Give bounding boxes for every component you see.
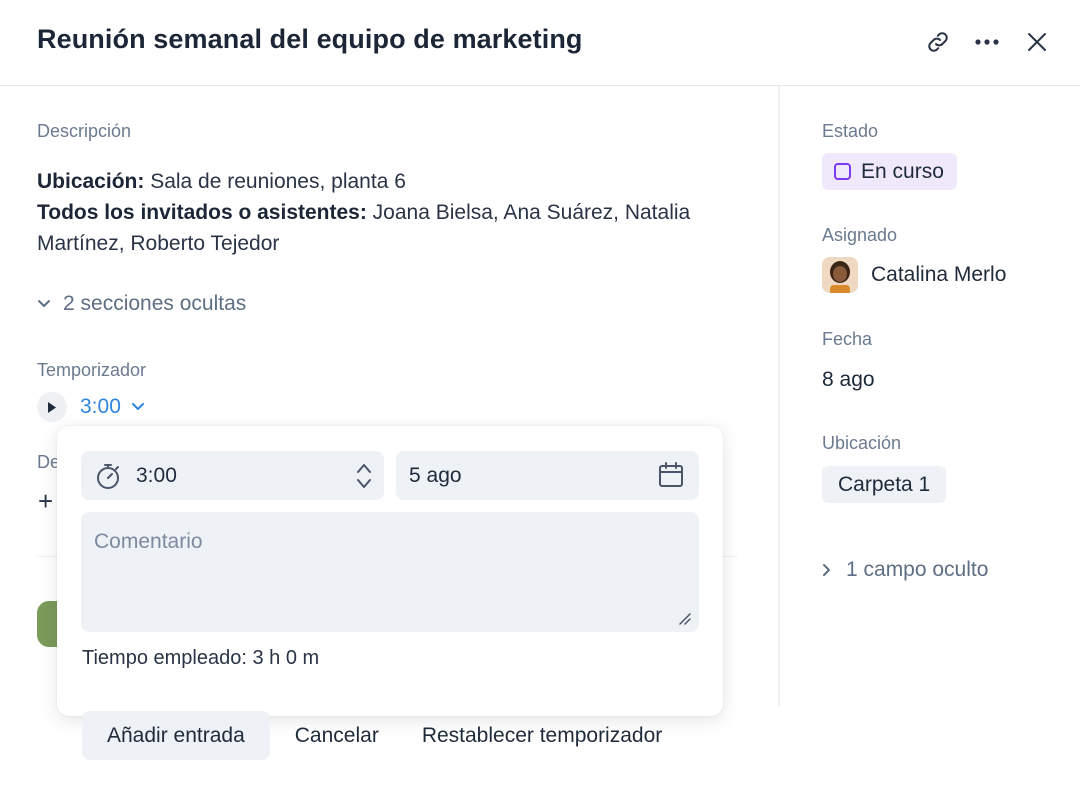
time-spent-text: Tiempo empleado: 3 h 0 m (82, 647, 320, 669)
add-entry-button[interactable]: Añadir entrada (82, 711, 270, 760)
comment-placeholder: Comentario (94, 530, 203, 553)
location-label: Ubicación (822, 433, 902, 453)
task-title: Reunión semanal del equipo de marketing (37, 24, 583, 54)
hidden-sections-toggle[interactable]: 2 secciones ocultas (37, 292, 246, 316)
add-icon[interactable]: + (38, 486, 53, 517)
location-value: Sala de reuniones, planta 6 (144, 170, 406, 193)
status-label: Estado (822, 121, 879, 141)
assignee[interactable]: Catalina Merlo (822, 257, 1006, 293)
assignee-name: Catalina Merlo (871, 263, 1007, 286)
avatar (822, 257, 858, 293)
guests-key: Todos los invitados o asistentes: (37, 201, 367, 224)
date-field[interactable]: 5 ago (396, 451, 699, 500)
description-guests: Todos los invitados o asistentes: Joana … (37, 197, 690, 228)
reset-timer-button[interactable]: Restablecer temporizador (422, 711, 662, 760)
timer-value[interactable]: 3:00 (80, 395, 121, 419)
stopwatch-icon (97, 464, 119, 489)
guests-value-line1: Joana Bielsa, Ana Suárez, Natalia (366, 201, 691, 224)
hidden-sections-label: 2 secciones ocultas (63, 292, 247, 315)
resize-handle-icon[interactable] (678, 612, 691, 625)
cancel-button[interactable]: Cancelar (295, 711, 379, 760)
status-value: En curso (861, 159, 944, 183)
status-square-icon (834, 163, 851, 180)
link-icon[interactable] (924, 28, 952, 56)
description-label: Descripción (37, 121, 132, 141)
more-icon[interactable] (973, 28, 1001, 56)
due-date-value[interactable]: 8 ago (822, 368, 875, 392)
folder-chip[interactable]: Carpeta 1 (822, 466, 947, 503)
play-button[interactable] (37, 392, 67, 422)
chevron-right-icon (823, 564, 830, 576)
time-entry-popup: 3:00 5 ago Comentario Tiempo empleado: 3… (57, 426, 723, 716)
date-label: Fecha (822, 329, 873, 349)
location-key: Ubicación: (37, 170, 145, 193)
timer-label: Temporizador (37, 360, 147, 380)
close-icon[interactable] (1023, 28, 1051, 56)
play-icon (48, 401, 56, 413)
stepper-icon[interactable] (356, 462, 372, 490)
comment-textarea[interactable]: Comentario (81, 512, 699, 632)
duration-field[interactable]: 3:00 (81, 451, 384, 500)
status-badge[interactable]: En curso (822, 153, 957, 190)
description-guests-line2: Martínez, Roberto Tejedor (37, 232, 280, 255)
hidden-field-label: 1 campo oculto (846, 558, 989, 581)
description-location: Ubicación: Sala de reuniones, planta 6 (37, 166, 406, 197)
timer-dropdown-button[interactable] (131, 402, 145, 412)
calendar-icon[interactable] (658, 462, 684, 488)
chevron-down-icon (38, 300, 50, 307)
timer-row: 3:00 (37, 392, 145, 422)
popup-actions: Añadir entrada Cancelar Restablecer temp… (82, 711, 662, 760)
task-header: Reunión semanal del equipo de marketing (0, 0, 1080, 86)
task-sidebar: Estado En curso Asignado Catalina Merlo … (780, 86, 1080, 706)
date-value: 5 ago (409, 464, 462, 487)
hidden-field-toggle[interactable]: 1 campo oculto (822, 558, 988, 582)
chevron-down-icon (131, 403, 144, 410)
duration-value: 3:00 (136, 464, 177, 487)
assignee-label: Asignado (822, 225, 898, 245)
